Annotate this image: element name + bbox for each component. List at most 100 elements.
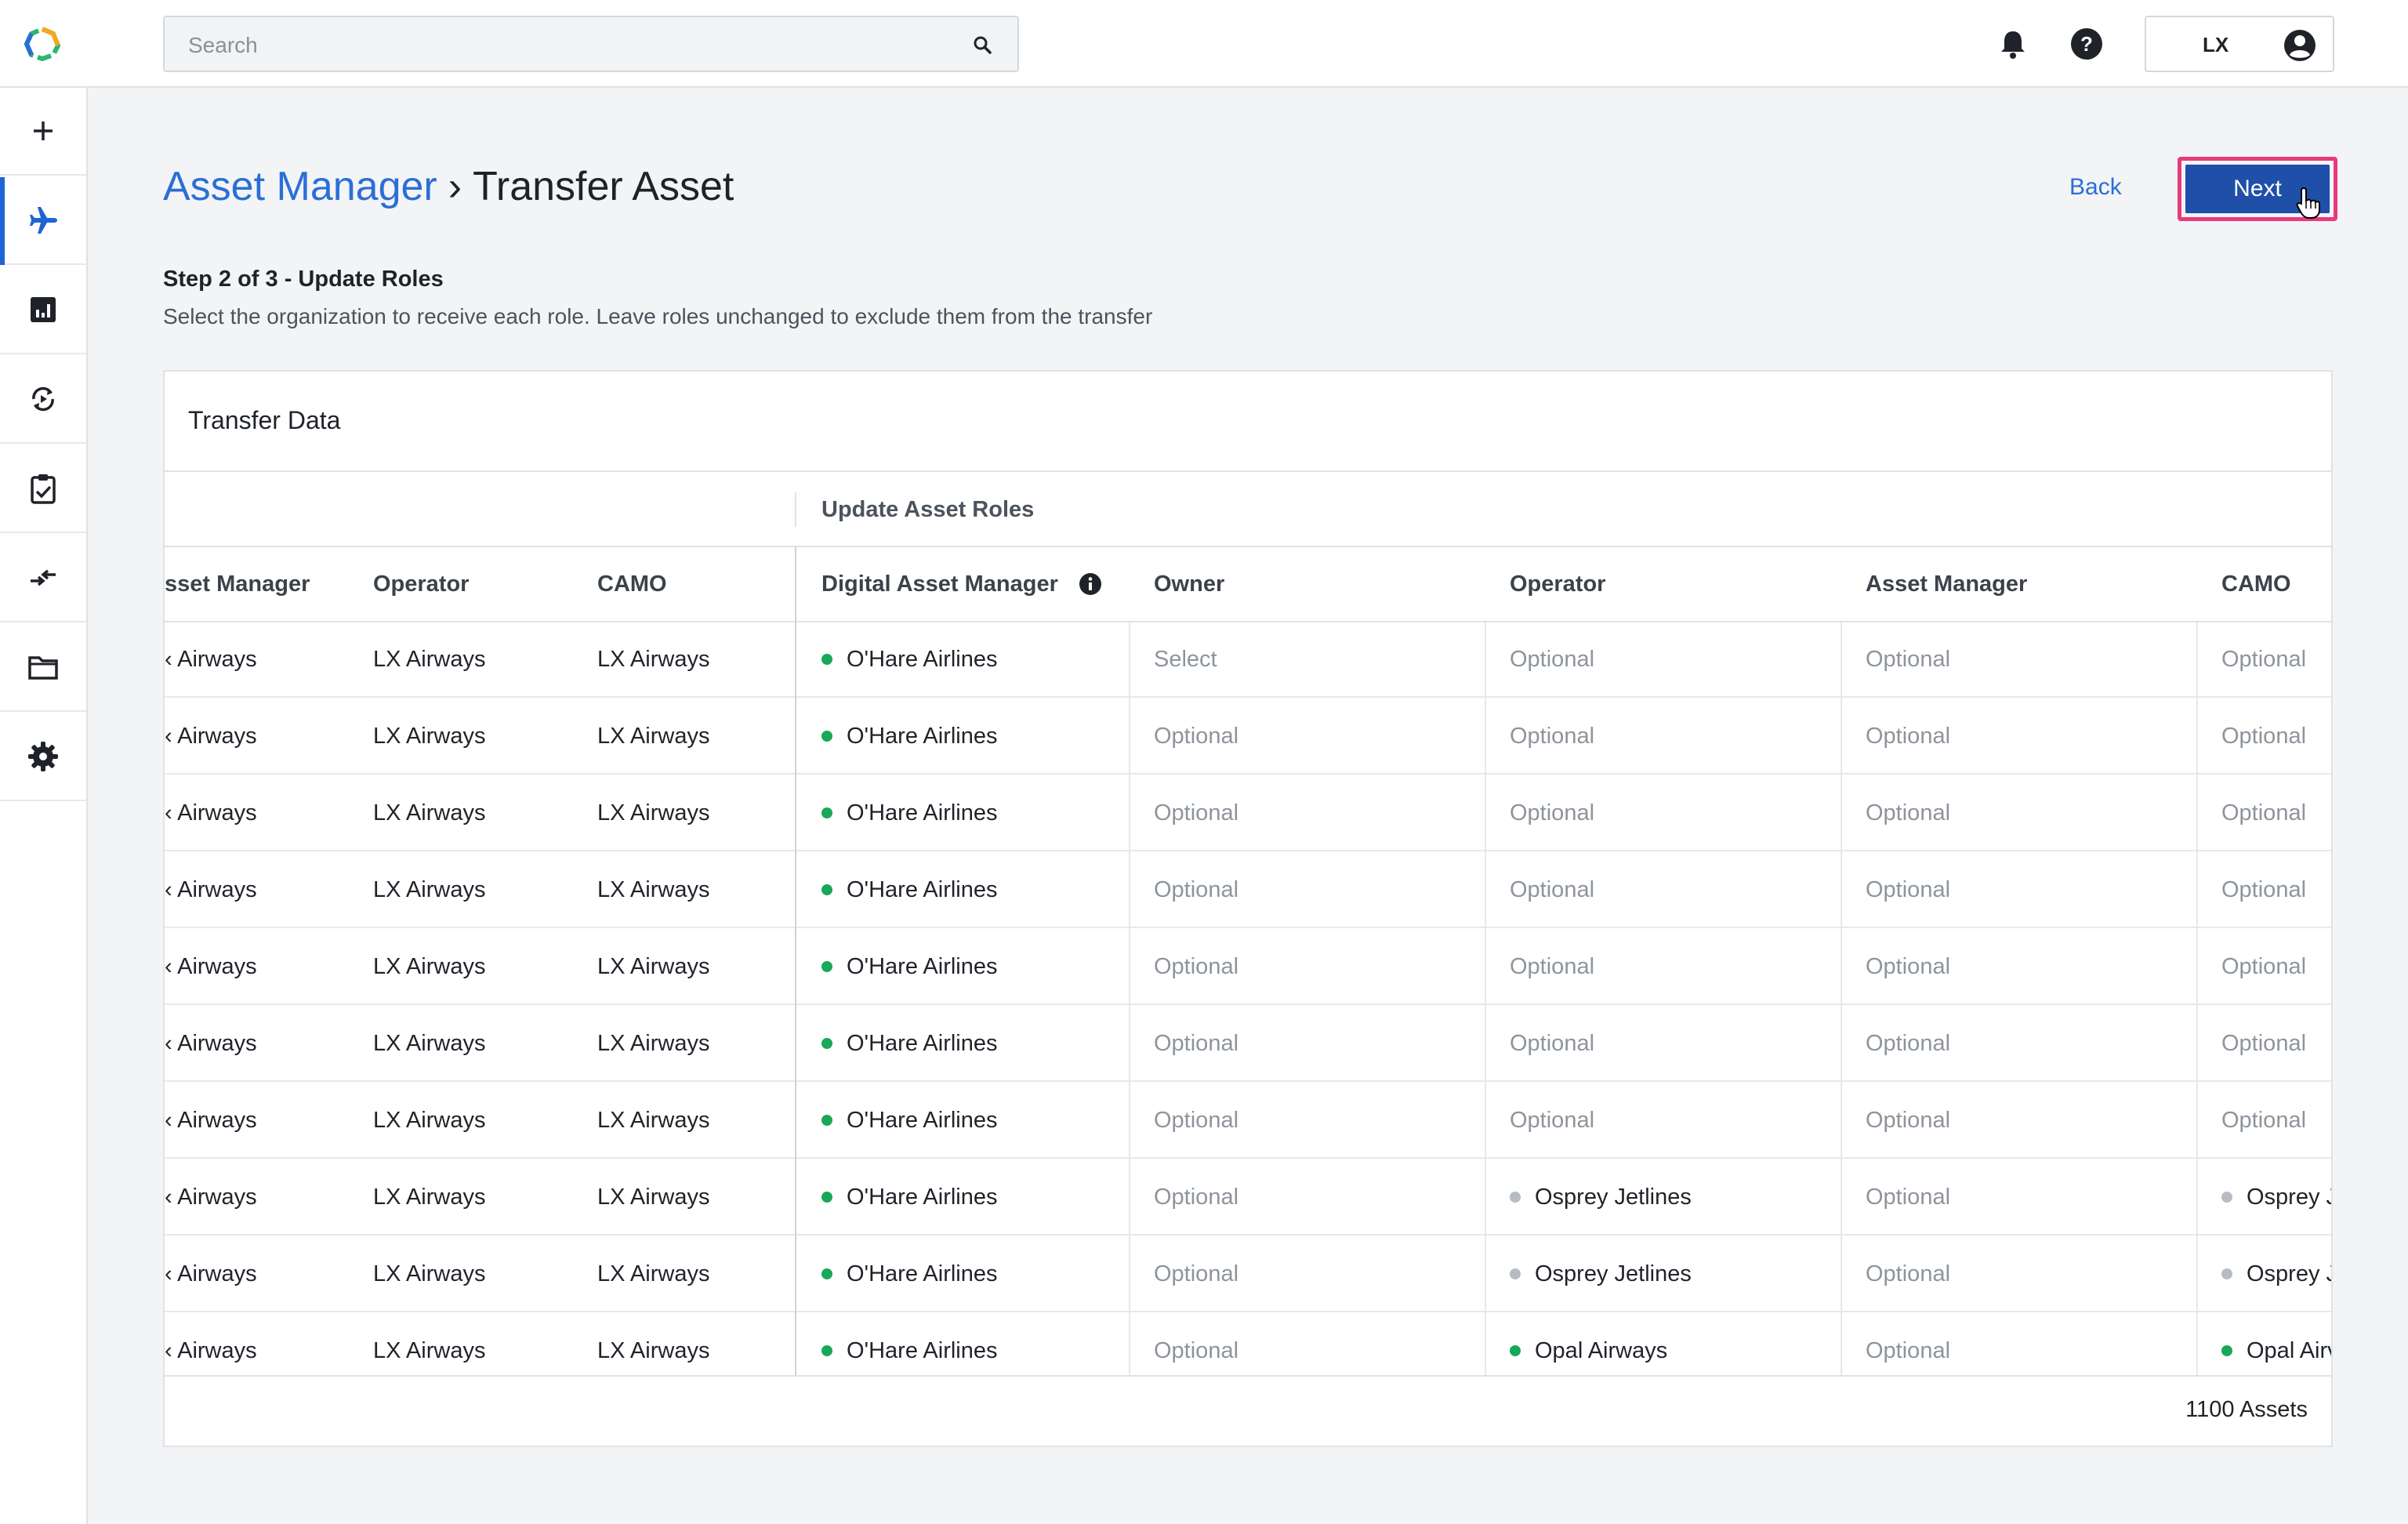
cell-camo-select[interactable]: Optional [2221,853,2331,927]
cell-operator-select[interactable]: Optional [1510,853,1831,927]
cell-text: O'Hare Airlines [847,800,998,826]
cell-current-camo: LX Airways [597,1083,785,1157]
cell-operator-select[interactable]: Optional [1510,930,1831,1003]
column-header-owner[interactable]: Owner [1154,547,1224,621]
cell-camo-select[interactable]: Optional [2221,776,2331,850]
sidebar-item-settings[interactable] [0,713,86,801]
cell-camo-select[interactable]: Osprey J [2221,1160,2331,1234]
status-dot [821,731,832,742]
sidebar-item-reports[interactable] [0,267,86,354]
cell-text: Optional [1510,723,1595,749]
column-header-label: CAMO [597,571,667,597]
cell-asset-manager-select[interactable]: Optional [1866,930,2187,1003]
cell-owner-select[interactable]: Optional [1154,1160,1475,1234]
help-icon[interactable]: ? [2069,27,2104,61]
search-bar[interactable]: Search [163,16,1019,72]
column-header-label: Operator [373,571,470,597]
cell-text: O'Hare Airlines [847,1261,998,1286]
cell-asset-manager-select[interactable]: Optional [1866,1083,2187,1157]
app-logo-icon[interactable] [24,27,61,61]
column-header-label: Operator [1510,571,1606,597]
notifications-bell-icon[interactable] [1996,27,2030,61]
cell-text: LX Airways [373,1261,486,1286]
cell-owner-select[interactable]: Optional [1154,930,1475,1003]
cell-asset-manager-select[interactable]: Optional [1866,622,2187,696]
cell-operator-select[interactable]: Osprey Jetlines [1510,1237,1831,1311]
cell-owner-select[interactable]: Optional [1154,1237,1475,1311]
cell-text: Opal Airways [1535,1337,1668,1363]
column-header-new-asset-manager[interactable]: Asset Manager [1866,547,2027,621]
cell-asset-manager-select[interactable]: Optional [1866,1314,2187,1378]
sidebar-item-sync[interactable] [0,356,86,444]
cell-camo-select[interactable]: Optional [2221,1083,2331,1157]
cell-text: Optional [1154,876,1239,902]
cell-text: ‹ Airways [165,1107,257,1133]
status-dot [821,1038,832,1049]
sidebar-item-documents[interactable] [0,624,86,712]
cell-text: Optional [1866,646,1951,672]
status-dot [821,807,832,818]
sidebar-item-create[interactable] [0,88,86,176]
table-header-row: sset Manager Operator CAMO Digital Asset… [165,547,2331,622]
cell-text: Optional [1866,953,1951,979]
cell-text: Optional [1154,800,1239,826]
cell-text: Optional [1866,876,1951,902]
sidebar-item-transfers[interactable] [0,535,86,622]
cell-text: Optional [2221,953,2307,979]
cell-asset-manager-select[interactable]: Optional [1866,699,2187,773]
search-input[interactable]: Search [188,33,258,58]
cell-operator-select[interactable]: Optional [1510,776,1831,850]
column-header-new-operator[interactable]: Operator [1510,547,1605,621]
cell-operator-select[interactable]: Optional [1510,1007,1831,1080]
status-dot [821,961,832,972]
cell-camo-select[interactable]: Optional [2221,1007,2331,1080]
cell-asset-manager-select[interactable]: Optional [1866,1237,2187,1311]
cell-current-camo: LX Airways [597,853,785,927]
column-header-camo[interactable]: CAMO [597,547,667,621]
cell-camo-select[interactable]: Osprey J [2221,1237,2331,1311]
cell-owner-select[interactable]: Optional [1154,1083,1475,1157]
cell-current-asset-manager: ‹ Airways [165,1083,361,1157]
cell-operator-select[interactable]: Optional [1510,622,1831,696]
cell-owner-select[interactable]: Optional [1154,699,1475,773]
cell-text: Select [1154,646,1217,672]
cell-camo-select[interactable]: Optional [2221,930,2331,1003]
cell-camo-select[interactable]: Optional [2221,622,2331,696]
cell-owner-select[interactable]: Optional [1154,1314,1475,1378]
divider [165,1375,2331,1377]
user-menu[interactable]: LX [2145,16,2334,72]
column-header-operator[interactable]: Operator [373,547,469,621]
cell-camo-select[interactable]: Optional [2221,699,2331,773]
cell-owner-select[interactable]: Optional [1154,776,1475,850]
sync-icon [32,386,54,412]
cell-asset-manager-select[interactable]: Optional [1866,776,2187,850]
cell-owner-select[interactable]: Select [1154,622,1475,696]
sidebar-item-assets[interactable] [0,177,86,265]
cell-asset-manager-select[interactable]: Optional [1866,1160,2187,1234]
cell-digital-asset-manager: O'Hare Airlines [821,853,1119,927]
cell-asset-manager-select[interactable]: Optional [1866,853,2187,927]
cell-current-asset-manager: ‹ Airways [165,699,361,773]
cell-operator-select[interactable]: Optional [1510,1083,1831,1157]
column-divider [1129,622,1130,1375]
cell-asset-manager-select[interactable]: Optional [1866,1007,2187,1080]
sidebar-item-tasks[interactable] [0,445,86,533]
cell-owner-select[interactable]: Optional [1154,853,1475,927]
cell-operator-select[interactable]: Osprey Jetlines [1510,1160,1831,1234]
column-header-asset-manager[interactable]: sset Manager [165,547,310,621]
cell-digital-asset-manager: O'Hare Airlines [821,930,1119,1003]
column-header-new-camo[interactable]: CAMO [2221,547,2291,621]
info-icon[interactable] [1079,572,1102,596]
cell-operator-select[interactable]: Opal Airways [1510,1314,1831,1378]
cell-operator-select[interactable]: Optional [1510,699,1831,773]
transfer-table[interactable]: Update Asset Roles sset Manager Operator… [165,472,2331,1378]
cell-text: ‹ Airways [165,723,257,749]
breadcrumb-link-asset-manager[interactable]: Asset Manager [163,164,437,209]
column-header-digital-asset-manager[interactable]: Digital Asset Manager [821,547,1102,621]
cell-camo-select[interactable]: Opal Airv [2221,1314,2331,1378]
cell-text: Optional [2221,1030,2307,1056]
cell-owner-select[interactable]: Optional [1154,1007,1475,1080]
search-icon[interactable] [970,33,995,58]
cell-text: Optional [2221,723,2307,749]
back-button[interactable]: Back [2069,174,2122,201]
